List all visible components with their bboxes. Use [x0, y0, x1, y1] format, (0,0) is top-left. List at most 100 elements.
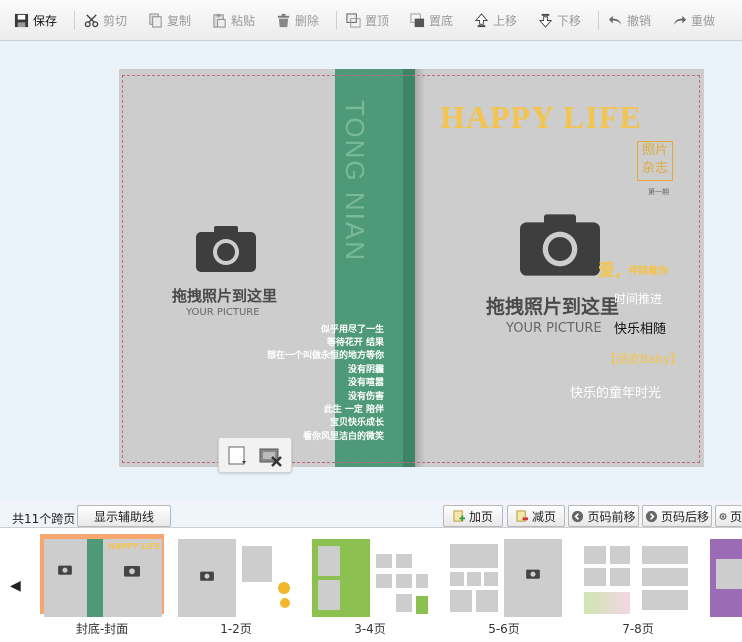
thumbnail-photo [450, 572, 464, 586]
refresh-icon [719, 512, 727, 520]
bring-to-top-label: 置顶 [365, 13, 390, 28]
copy-button[interactable]: 复制 [148, 11, 191, 29]
camera-icon [58, 565, 72, 575]
send-to-bottom-button[interactable]: 置底 [410, 11, 453, 29]
delete-label: 删除 [295, 13, 320, 28]
camera-icon[interactable] [196, 225, 256, 273]
time-text: 时间推进 [614, 292, 663, 306]
scroll-left-arrow[interactable]: ◀ [10, 578, 21, 594]
add-page-button[interactable]: 加页 [443, 505, 503, 527]
spread-count: 共11个跨页 [12, 512, 76, 526]
thumbnail-label: 3-4页 [354, 622, 386, 636]
thumbnail-spine [87, 539, 103, 617]
childhood-text: 快乐的童年时光 [570, 386, 662, 401]
camera-icon [526, 569, 540, 579]
camera-icon[interactable] [520, 213, 600, 277]
arrow-down-icon [538, 13, 553, 28]
camera-icon [200, 571, 214, 581]
poem-line: 似乎用尽了一生 [320, 325, 384, 335]
page-backward-button[interactable]: 页码后移 [642, 505, 712, 527]
move-down-button[interactable]: 下移 [538, 11, 581, 29]
paste-icon [213, 13, 226, 28]
thumbnail-page-3-4[interactable] [308, 534, 432, 617]
remove-page-label: 减页 [531, 509, 556, 524]
right-placeholder-title: 拖拽照片到这里 [486, 296, 620, 318]
thumbnail-label: 5-6页 [488, 622, 520, 636]
bring-to-top-button[interactable]: 置顶 [346, 11, 389, 29]
remove-page-button[interactable]: 减页 [507, 505, 565, 527]
redo-label: 重做 [691, 13, 716, 28]
happy-text: 快乐相随 [614, 322, 667, 337]
copy-label: 复制 [167, 13, 192, 28]
thumbnail-label: 1-2页 [220, 622, 252, 636]
thumbnail-cover[interactable]: HAPPY LIFE [40, 534, 164, 617]
thumbnail-decoration [584, 592, 630, 614]
love-text: 爱, [598, 261, 622, 281]
thumbnail-label: 7-8页 [622, 622, 654, 636]
arrow-left-icon [572, 510, 584, 522]
poem-line: 此生 一定 陪伴 [323, 405, 384, 415]
thumbnail-photo [318, 546, 340, 576]
baby-text: 【顽皮Baby】 [604, 352, 683, 366]
delete-button[interactable]: 删除 [276, 11, 319, 29]
thumbnail-partial[interactable] [710, 539, 742, 617]
cover-title: HAPPY LIFE [440, 99, 642, 135]
toggle-guides-button[interactable]: 显示辅助线 [77, 505, 171, 527]
thumbnail-photo [318, 580, 340, 610]
clear-page-icon[interactable] [259, 445, 283, 467]
stamp-line: 照片 [641, 143, 668, 158]
toolbar-divider [336, 11, 337, 30]
undo-icon [608, 15, 622, 25]
save-button[interactable]: 保存 [14, 11, 57, 29]
toolbar-divider [74, 11, 75, 30]
thumbnail-page-1-2[interactable] [174, 534, 298, 617]
add-page-label: 加页 [468, 509, 493, 524]
page-forward-button[interactable]: 页码前移 [568, 505, 639, 527]
stamp-line: 杂志 [641, 161, 668, 176]
thumbnail-photo [450, 590, 472, 612]
thumbnail-photo [476, 590, 498, 612]
scissors-icon [84, 13, 99, 27]
thumbnail-photo [642, 568, 688, 586]
copy-icon [149, 12, 162, 28]
left-placeholder-subtitle: YOUR PICTURE [186, 307, 260, 318]
thumbnail-photo [396, 554, 412, 568]
arrow-right-icon [645, 510, 658, 522]
thumbnail-photo [396, 594, 412, 612]
poem-line: 等待花开 结果 [326, 338, 384, 348]
thumbnail-photo [376, 554, 392, 568]
issue-label: 第一期 [648, 188, 669, 196]
thumbnail-photo [416, 574, 428, 588]
page-background-icon[interactable] [228, 446, 248, 466]
thumbnail-page-5-6[interactable] [442, 534, 566, 617]
redo-button[interactable]: 重做 [672, 11, 715, 29]
thumbnail-page-7-8[interactable] [576, 534, 700, 617]
thumbnail-photo [642, 546, 688, 564]
send-to-bottom-label: 置底 [429, 13, 454, 28]
thumbnail-photo [467, 572, 481, 586]
thumbnail-photo [484, 572, 498, 586]
thumbnail-photo [610, 568, 630, 586]
thumbnail-photo [584, 546, 606, 564]
left-placeholder-title: 拖拽照片到这里 [172, 287, 278, 305]
remove-page-icon [516, 509, 529, 522]
move-up-label: 上移 [493, 13, 518, 28]
paste-button[interactable]: 粘贴 [212, 11, 255, 29]
send-to-bottom-icon [410, 12, 425, 27]
spine-stripe [403, 69, 415, 467]
move-down-label: 下移 [557, 13, 582, 28]
thumbnail-photo [450, 544, 498, 568]
thumbnail-photo [610, 546, 630, 564]
undo-button[interactable]: 撤销 [608, 11, 651, 29]
poem-line: 没有喧嚣 [347, 378, 384, 388]
add-page-icon [453, 509, 466, 522]
sunflower-graphic [280, 598, 290, 608]
page-extra-button[interactable]: 页 [715, 505, 742, 527]
love-subtext: 伴随着你 [628, 266, 668, 277]
save-icon [14, 13, 29, 27]
magazine-stamp: 照片 杂志 [637, 141, 673, 181]
cut-button[interactable]: 剪切 [84, 11, 127, 29]
thumbnail-photo [716, 559, 742, 589]
move-up-button[interactable]: 上移 [474, 11, 517, 29]
spine-title: TONG NIAN [340, 100, 370, 262]
